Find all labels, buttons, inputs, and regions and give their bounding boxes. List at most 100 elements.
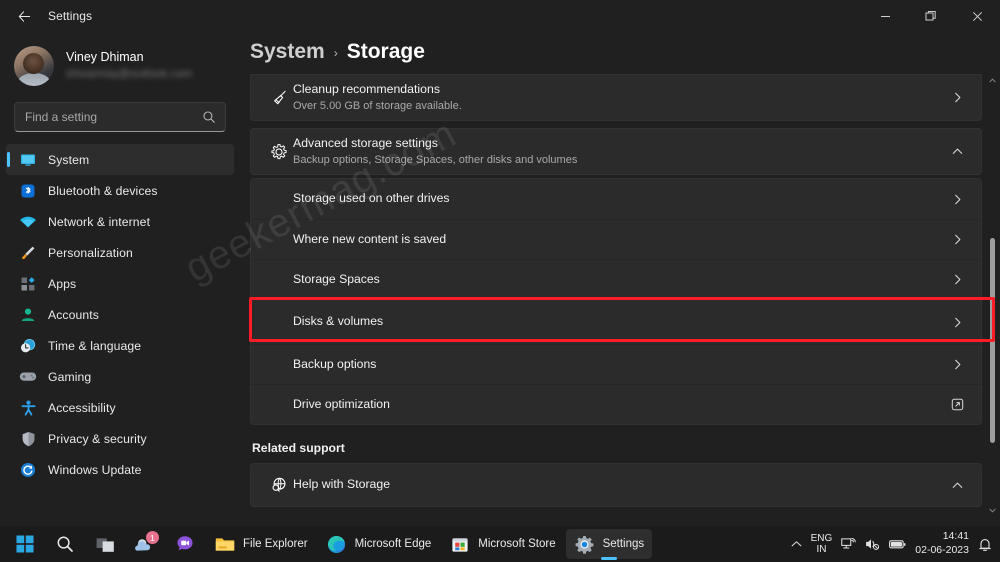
person-icon xyxy=(18,306,38,324)
search-input[interactable] xyxy=(15,110,225,124)
account-profile[interactable]: Viney Dhiman shivaniray@outlook.com xyxy=(0,32,240,90)
help-with-storage-row[interactable]: Help with Storage xyxy=(250,463,982,507)
sub-row-where-new-content-is-saved[interactable]: Where new content is saved xyxy=(251,219,981,259)
bluetooth-icon xyxy=(18,182,38,200)
edge-icon xyxy=(326,533,348,555)
clock-date: 02-06-2023 xyxy=(915,544,969,556)
taskbar-start-button[interactable] xyxy=(6,529,44,559)
sidebar-item-label: Accessibility xyxy=(48,400,116,415)
chevron-right-icon[interactable] xyxy=(947,194,967,205)
speaker-muted-icon[interactable] xyxy=(865,537,880,551)
settings-window: Settings Viney Dhiman shivaniray@outlook… xyxy=(0,0,1000,562)
sidebar-item-windows-update[interactable]: Windows Update xyxy=(6,454,234,485)
taskbar-settings-button[interactable]: Settings xyxy=(565,529,653,559)
search-icon xyxy=(202,110,216,129)
breadcrumb-parent[interactable]: System xyxy=(250,40,325,64)
taskbar-chat-button[interactable] xyxy=(166,529,204,559)
sub-row-drive-optimization[interactable]: Drive optimization xyxy=(251,384,981,424)
notification-bell-icon[interactable] xyxy=(978,537,992,552)
file-explorer-icon xyxy=(214,533,236,555)
sidebar-item-network-internet[interactable]: Network & internet xyxy=(6,206,234,237)
taskbar-file-explorer-button[interactable]: File Explorer xyxy=(206,529,316,559)
related-support-heading: Related support xyxy=(252,441,345,455)
sub-row-storage-spaces[interactable]: Storage Spaces xyxy=(251,259,981,299)
taskbar-task-view-button[interactable] xyxy=(86,529,124,559)
title-bar: Settings xyxy=(0,0,1000,32)
chevron-right-icon[interactable] xyxy=(947,92,967,103)
system-tray: ENG IN 14:41 02-06-2023 xyxy=(791,530,1000,557)
taskbar-microsoft-store-button[interactable]: Microsoft Store xyxy=(441,529,563,559)
avatar xyxy=(14,46,54,86)
sidebar-item-apps[interactable]: Apps xyxy=(6,268,234,299)
row-title: Where new content is saved xyxy=(293,231,447,246)
chevron-up-icon[interactable] xyxy=(947,146,967,157)
row-title: Storage Spaces xyxy=(293,271,380,286)
sidebar-nav: System Bluetooth & devices Network & int… xyxy=(0,144,240,485)
cleanup-recommendations-row[interactable]: Cleanup recommendations Over 5.00 GB of … xyxy=(250,74,982,121)
sidebar-item-accessibility[interactable]: Accessibility xyxy=(6,392,234,423)
scrollbar-thumb[interactable] xyxy=(990,238,995,443)
sidebar-item-personalization[interactable]: Personalization xyxy=(6,237,234,268)
maximize-restore-button[interactable] xyxy=(908,0,954,32)
breadcrumb-separator: › xyxy=(333,46,338,60)
advanced-storage-settings-row[interactable]: Advanced storage settings Backup options… xyxy=(250,128,982,175)
sidebar-item-label: Windows Update xyxy=(48,462,142,477)
row-title: Help with Storage xyxy=(293,477,391,491)
page-title: Storage xyxy=(346,40,425,63)
chevron-right-icon[interactable] xyxy=(947,234,967,245)
widgets-badge: 1 xyxy=(146,531,159,544)
taskbar-item-label: Microsoft Edge xyxy=(354,538,432,550)
sub-row-storage-used-on-other-drives[interactable]: Storage used on other drives xyxy=(251,179,981,219)
taskbar-search-button[interactable] xyxy=(46,529,84,559)
breadcrumb: System › Storage xyxy=(240,32,1000,74)
content-scrollbar[interactable] xyxy=(986,70,998,518)
window-title: Settings xyxy=(48,9,93,23)
task-view-icon xyxy=(94,533,116,555)
sidebar-item-label: Network & internet xyxy=(48,214,151,229)
chevron-up-icon[interactable] xyxy=(947,480,967,491)
wifi-icon xyxy=(18,213,38,231)
shield-icon xyxy=(18,430,38,448)
close-button[interactable] xyxy=(954,0,1000,32)
update-icon xyxy=(18,461,38,479)
search-box[interactable] xyxy=(14,102,226,132)
sidebar-item-time-language[interactable]: Time & language xyxy=(6,330,234,361)
sidebar-item-accounts[interactable]: Accounts xyxy=(6,299,234,330)
sub-row-disks-and-volumes[interactable]: Disks & volumes xyxy=(251,299,981,344)
language-indicator[interactable]: ENG IN xyxy=(811,533,833,556)
chat-icon xyxy=(174,533,196,555)
gear-icon xyxy=(265,143,293,161)
chevron-right-icon[interactable] xyxy=(947,359,967,370)
back-button[interactable] xyxy=(8,0,40,32)
settings-scroll-area: Cleanup recommendations Over 5.00 GB of … xyxy=(240,74,1000,507)
sidebar-item-label: Privacy & security xyxy=(48,431,147,446)
sidebar-item-bluetooth-devices[interactable]: Bluetooth & devices xyxy=(6,175,234,206)
network-icon[interactable] xyxy=(841,537,857,551)
chevron-up-icon[interactable] xyxy=(791,540,802,548)
battery-icon[interactable] xyxy=(889,539,906,550)
accessibility-icon xyxy=(18,399,38,417)
minimize-button[interactable] xyxy=(862,0,908,32)
sidebar-item-label: System xyxy=(48,152,90,167)
window-controls xyxy=(862,0,1000,32)
sidebar-item-label: Bluetooth & devices xyxy=(48,183,158,198)
scroll-up-arrow-icon[interactable] xyxy=(989,70,996,88)
sub-row-backup-options[interactable]: Backup options xyxy=(251,344,981,384)
row-subtitle: Backup options, Storage Spaces, other di… xyxy=(293,153,578,166)
chevron-right-icon[interactable] xyxy=(947,274,967,285)
external-link-icon[interactable] xyxy=(947,398,967,411)
sidebar-item-gaming[interactable]: Gaming xyxy=(6,361,234,392)
row-subtitle: Over 5.00 GB of storage available. xyxy=(293,99,462,112)
sidebar-item-privacy-security[interactable]: Privacy & security xyxy=(6,423,234,454)
taskbar-microsoft-edge-button[interactable]: Microsoft Edge xyxy=(318,529,440,559)
clock-globe-icon xyxy=(18,337,38,355)
scroll-down-arrow-icon[interactable] xyxy=(989,500,996,518)
language-line-2: IN xyxy=(816,544,827,555)
clock[interactable]: 14:41 02-06-2023 xyxy=(915,530,969,557)
account-email: shivaniray@outlook.com xyxy=(66,67,193,80)
taskbar-widgets-button[interactable]: 1 xyxy=(126,529,164,559)
taskbar-item-label: Settings xyxy=(602,538,645,550)
chevron-right-icon[interactable] xyxy=(947,317,967,328)
sidebar-item-system[interactable]: System xyxy=(6,144,234,175)
monitor-icon xyxy=(18,151,38,169)
